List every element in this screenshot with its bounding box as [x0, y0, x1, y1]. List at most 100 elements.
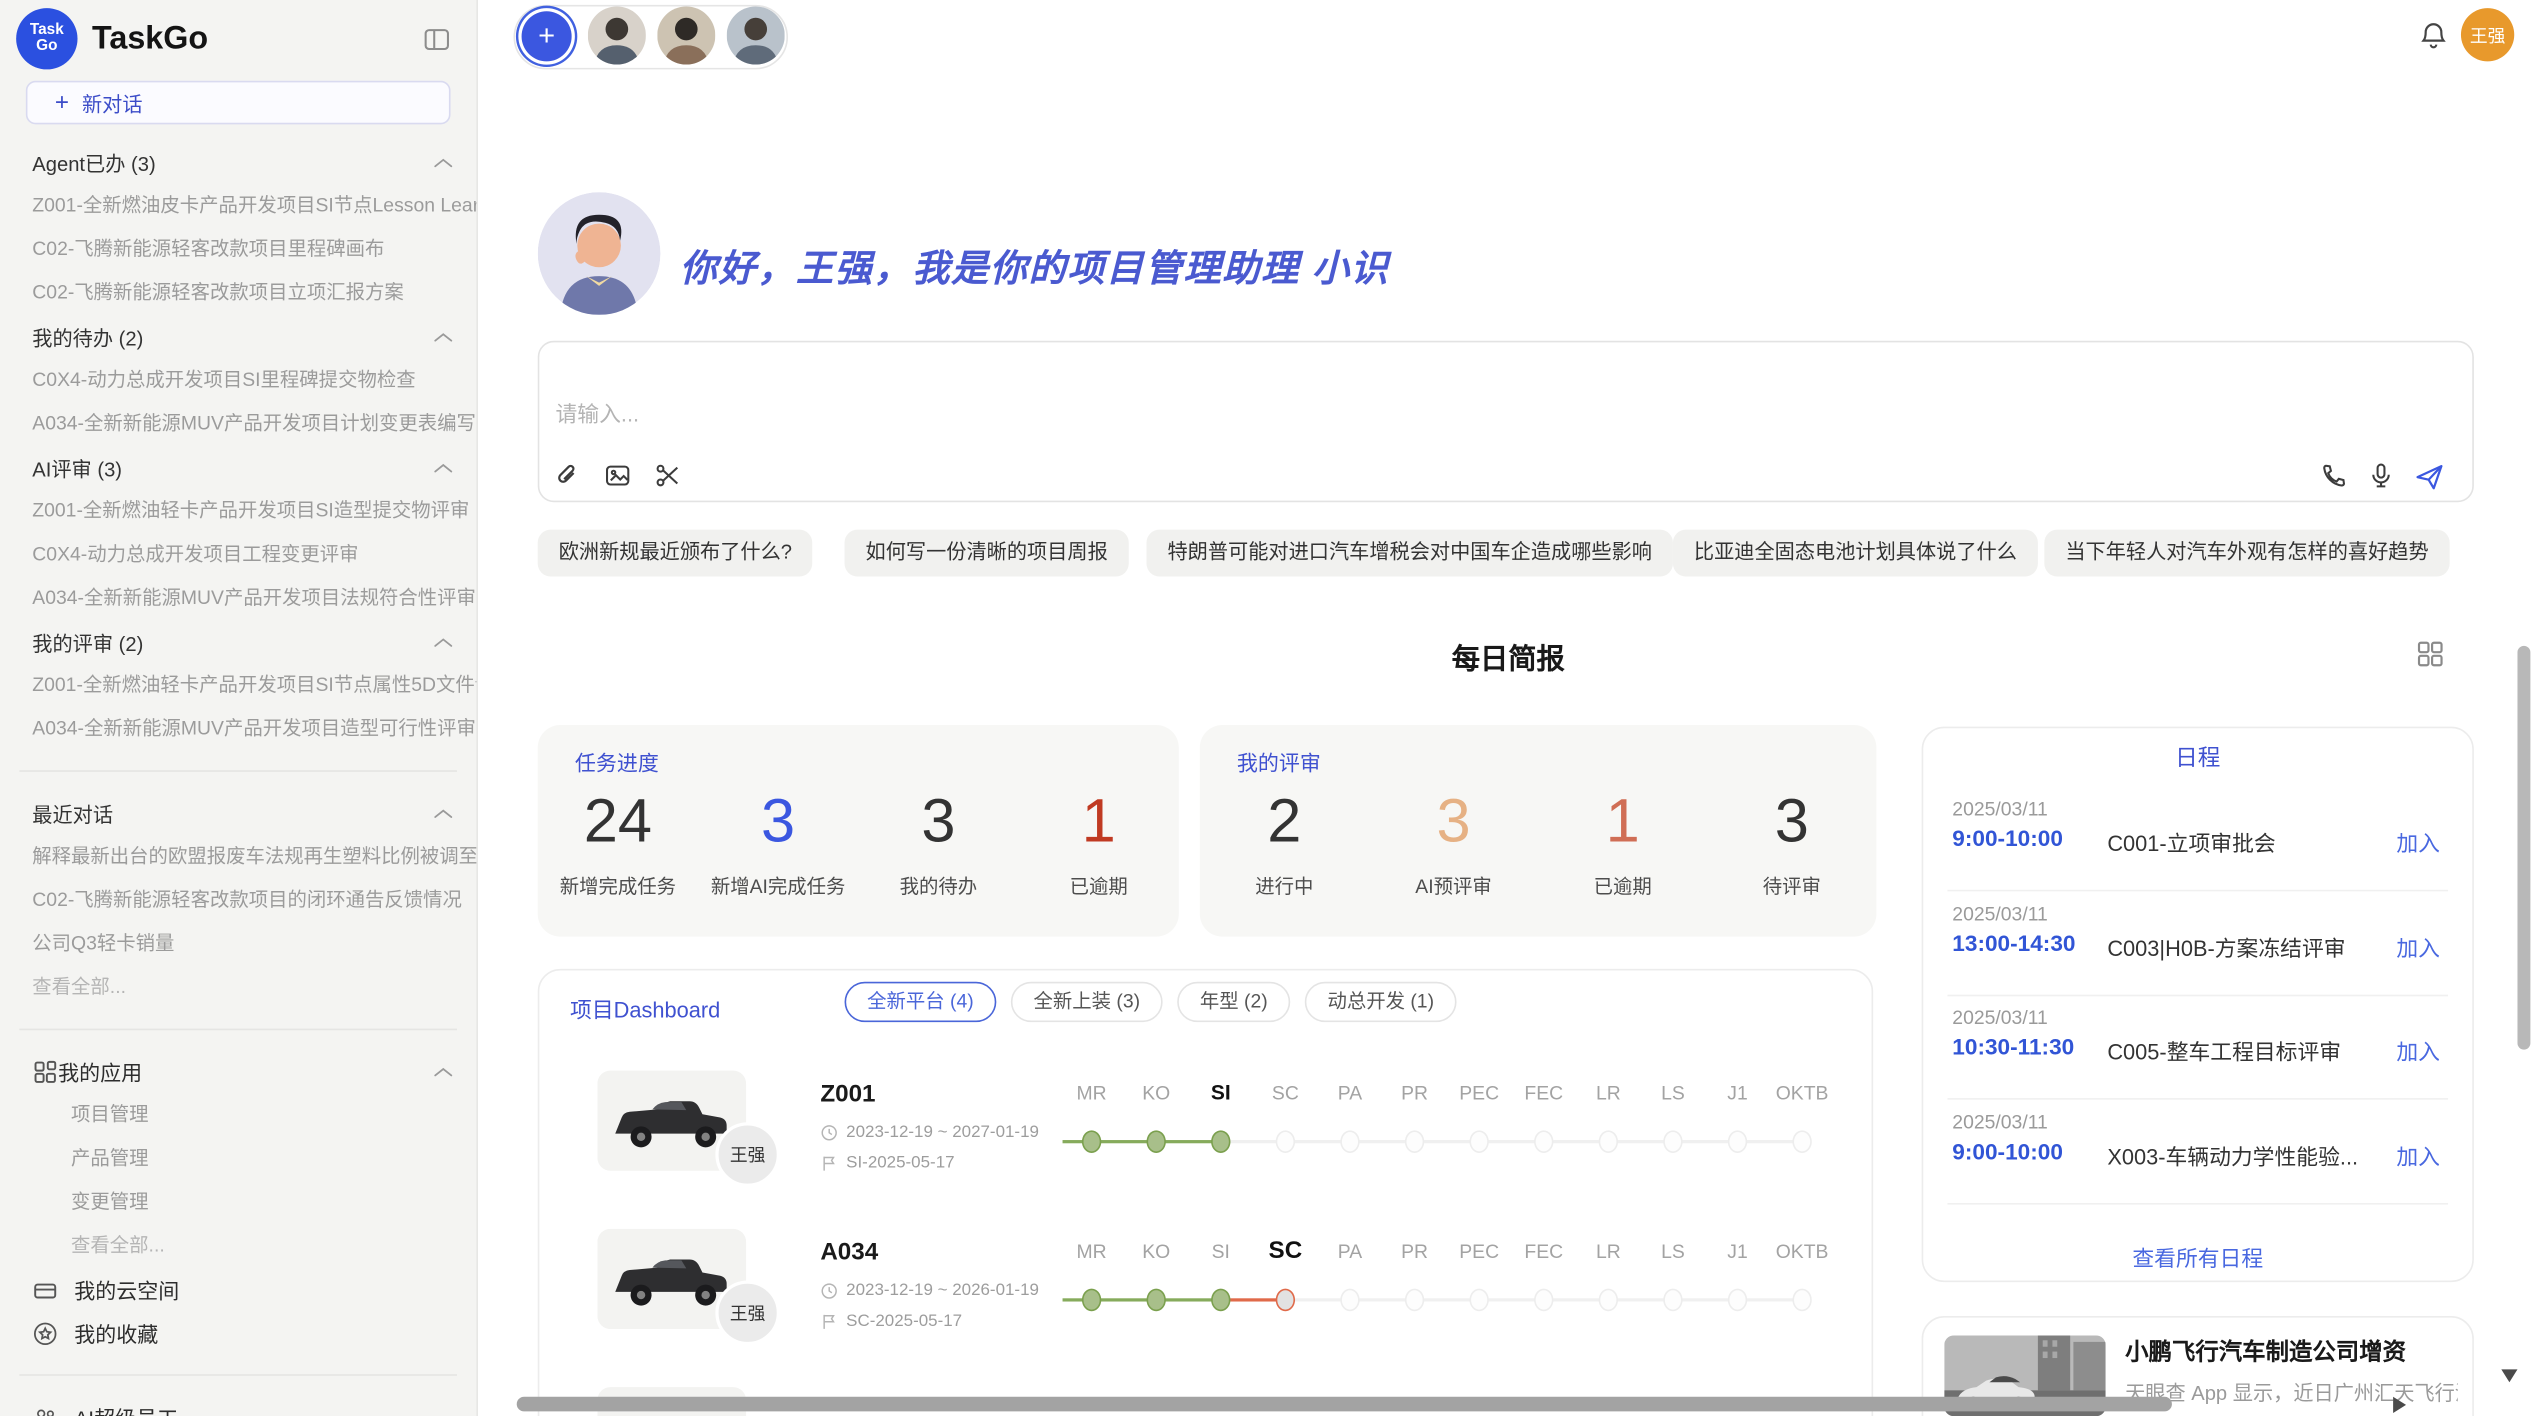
sidebar-list: Agent已办 (3)Z001-全新燃油皮卡产品开发项目SI节点Lesson L… — [0, 140, 476, 1416]
join-meeting-link[interactable]: 加入 — [2396, 1138, 2440, 1170]
milestone-dot[interactable] — [1405, 1130, 1424, 1153]
assistant-avatar — [538, 192, 661, 315]
dashboard-tab[interactable]: 年型 (2) — [1177, 982, 1290, 1022]
milestone-dot[interactable] — [1469, 1289, 1488, 1312]
recent-conversation-item[interactable]: 公司Q3轻卡销量 — [0, 922, 476, 966]
send-icon[interactable] — [2414, 462, 2445, 493]
project-code: Z001 — [820, 1080, 875, 1107]
milestone: SI — [1188, 1080, 1253, 1164]
app-item[interactable]: 项目管理 — [0, 1093, 476, 1137]
schedule-divider — [1947, 995, 2448, 997]
sidebar-nav-我的云空间[interactable]: 我的云空间 — [0, 1268, 476, 1312]
sidebar-nav-我的收藏[interactable]: 我的收藏 — [0, 1311, 476, 1355]
notification-bell-icon[interactable] — [2419, 21, 2448, 50]
chat-input[interactable] — [552, 400, 2012, 427]
milestone-dot[interactable] — [1082, 1130, 1101, 1153]
new-chat-button[interactable]: + 新对话 — [26, 81, 451, 125]
app-item[interactable]: 产品管理 — [0, 1137, 476, 1181]
user-avatar[interactable]: 王强 — [2461, 8, 2514, 61]
milestone-dot[interactable] — [1276, 1130, 1295, 1153]
recent-conversation-item[interactable]: 查看全部... — [0, 966, 476, 1010]
milestone-dot[interactable] — [1599, 1289, 1618, 1312]
sidebar-section-header[interactable]: AI评审 (3) — [0, 446, 476, 490]
join-meeting-link[interactable]: 加入 — [2396, 825, 2440, 857]
suggestion-chip[interactable]: 欧洲新规最近颁布了什么? — [538, 530, 813, 577]
sidebar-item[interactable]: C0X4-动力总成开发项目工程变更评审 — [0, 533, 476, 577]
milestone-dot[interactable] — [1663, 1289, 1682, 1312]
suggestion-chip[interactable]: 如何写一份清晰的项目周报 — [845, 530, 1129, 577]
vertical-scrollbar[interactable] — [2517, 646, 2530, 1050]
sidebar-item[interactable]: A034-全新新能源MUV产品开发项目计划变更表编写 — [0, 402, 476, 446]
sidebar-section-header[interactable]: 我的评审 (2) — [0, 620, 476, 664]
milestone-dot[interactable] — [1340, 1130, 1359, 1153]
phone-call-icon[interactable] — [2320, 462, 2347, 489]
sidebar-item[interactable]: C02-飞腾新能源轻客改款项目立项汇报方案 — [0, 271, 476, 315]
taskgo-app: Task Go TaskGo + 新对话 Agent已办 (3)Z001-全新燃… — [0, 0, 2532, 1416]
sidebar-section-header[interactable]: Agent已办 (3) — [0, 140, 476, 184]
view-all-schedule-link[interactable]: 查看所有日程 — [1922, 1240, 2474, 1272]
milestone-dot[interactable] — [1728, 1289, 1747, 1312]
milestone-dot[interactable] — [1082, 1289, 1101, 1312]
stat-label: 待评审 — [1707, 872, 1876, 899]
sidebar-item[interactable]: Z001-全新燃油皮卡产品开发项目SI节点Lesson Learn报告 — [0, 184, 476, 228]
sidebar-item[interactable]: C0X4-动力总成开发项目SI里程碑提交物检查 — [0, 358, 476, 402]
app-title: TaskGo — [92, 20, 423, 57]
dashboard-tab[interactable]: 全新平台 (4) — [845, 982, 997, 1022]
milestone-dot[interactable] — [1534, 1130, 1553, 1153]
section-title: 我的评审 (2) — [32, 627, 432, 658]
sidebar-item[interactable]: A034-全新新能源MUV产品开发项目法规符合性评审 — [0, 576, 476, 620]
schedule-date: 2025/03/11 — [1952, 903, 2048, 926]
new-conversation-button[interactable]: + — [522, 11, 572, 61]
milestone-dot[interactable] — [1599, 1130, 1618, 1153]
sidebar-collapse-icon[interactable] — [423, 25, 450, 52]
recent-conversations-header[interactable]: 最近对话 — [0, 791, 476, 835]
horizontal-scrollbar[interactable] — [517, 1397, 2172, 1412]
sidebar-item[interactable]: C02-飞腾新能源轻客改款项目里程碑画布 — [0, 228, 476, 272]
milestone: FEC — [1511, 1080, 1576, 1164]
project-dashboard-card — [538, 969, 1873, 1416]
sidebar-item[interactable]: Z001-全新燃油轻卡产品开发项目SI节点属性5D文件评审 — [0, 664, 476, 708]
sidebar-tool-AI超级员工[interactable]: AI超级员工 — [0, 1395, 476, 1416]
recent-conversation-item[interactable]: 解释最新出台的欧盟报废车法规再生塑料比例被调至15%... — [0, 835, 476, 879]
stat-column: 1已逾期 — [1538, 786, 1707, 899]
join-meeting-link[interactable]: 加入 — [2396, 1033, 2440, 1065]
dashboard-tab[interactable]: 动总开发 (1) — [1305, 982, 1457, 1022]
app-item[interactable]: 变更管理 — [0, 1180, 476, 1224]
milestone-dot[interactable] — [1405, 1289, 1424, 1312]
milestone-dot[interactable] — [1211, 1130, 1230, 1153]
suggestion-chip[interactable]: 比亚迪全固态电池计划具体说了什么 — [1673, 530, 2038, 577]
scissors-icon[interactable] — [654, 462, 681, 489]
milestone-dot[interactable] — [1469, 1130, 1488, 1153]
attach-image-icon[interactable] — [604, 462, 631, 489]
milestone-dot[interactable] — [1792, 1289, 1811, 1312]
stat-label: 进行中 — [1200, 872, 1369, 899]
briefing-layout-icon[interactable] — [2416, 639, 2445, 668]
attach-file-icon[interactable] — [554, 462, 581, 489]
suggestion-chip[interactable]: 当下年轻人对汽车外观有怎样的喜好趋势 — [2044, 530, 2449, 577]
app-item[interactable]: 查看全部... — [0, 1224, 476, 1268]
sidebar-item[interactable]: Z001-全新燃油轻卡产品开发项目SI造型提交物评审 — [0, 489, 476, 533]
milestone-dot[interactable] — [1534, 1289, 1553, 1312]
microphone-icon[interactable] — [2367, 462, 2394, 489]
sidebar-item[interactable]: A034-全新新能源MUV产品开发项目造型可行性评审 — [0, 707, 476, 751]
milestone-label: OKTB — [1770, 1239, 1835, 1265]
sidebar-section-header[interactable]: 我的待办 (2) — [0, 315, 476, 359]
milestone-dot[interactable] — [1792, 1130, 1811, 1153]
join-meeting-link[interactable]: 加入 — [2396, 930, 2440, 962]
milestone-dot[interactable] — [1728, 1130, 1747, 1153]
milestone-dot[interactable] — [1663, 1130, 1682, 1153]
suggestion-chip[interactable]: 特朗普可能对进口汽车增税会对中国车企造成哪些影响 — [1147, 530, 1673, 577]
my-apps-header[interactable]: 我的应用 — [0, 1050, 476, 1094]
conversation-avatar-2[interactable] — [657, 6, 715, 64]
scroll-down-arrow-icon[interactable] — [2501, 1369, 2517, 1382]
conversation-avatar-3[interactable] — [727, 6, 785, 64]
milestone-dot[interactable] — [1276, 1289, 1295, 1312]
dashboard-tab[interactable]: 全新上装 (3) — [1011, 982, 1163, 1022]
conversation-avatar-1[interactable] — [588, 6, 646, 64]
scroll-right-arrow-icon[interactable] — [2393, 1397, 2406, 1413]
milestone-dot[interactable] — [1340, 1289, 1359, 1312]
milestone-dot[interactable] — [1147, 1289, 1166, 1312]
milestone-dot[interactable] — [1147, 1130, 1166, 1153]
recent-conversation-item[interactable]: C02-飞腾新能源轻客改款项目的闭环通告反馈情况 — [0, 878, 476, 922]
milestone-dot[interactable] — [1211, 1289, 1230, 1312]
